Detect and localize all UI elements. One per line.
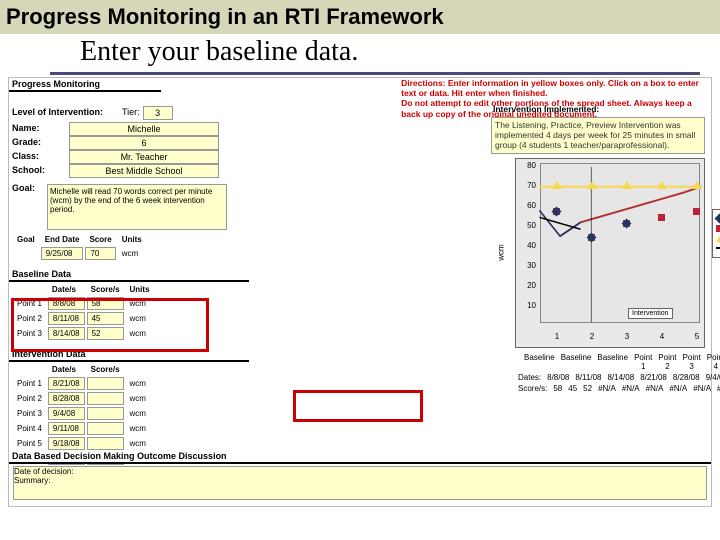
goal-text-input[interactable]: Michelle will read 70 words correct per … (47, 184, 227, 230)
intervention-data-header: Intervention Data (9, 348, 249, 362)
baseline-header: Baseline Data (9, 268, 249, 282)
goal-score-input[interactable]: 70 (85, 247, 115, 260)
baseline-score-3[interactable]: 52 (87, 327, 124, 340)
xtick: 2 (577, 332, 607, 341)
grade-label: Grade: (9, 136, 69, 150)
goal-table: GoalEnd DateScoreUnits 9/25/08 70 wcm (11, 232, 148, 262)
baseline-date-2[interactable]: 8/11/08 (48, 312, 85, 325)
section-header-progress: Progress Monitoring (9, 78, 161, 92)
baseline-score-1[interactable]: 58 (87, 297, 124, 310)
int-score-1[interactable] (87, 377, 124, 390)
decision-header: Data Based Decision Making Outcome Discu… (9, 450, 711, 464)
chart-lines (516, 159, 704, 347)
grade-input[interactable]: 6 (69, 136, 219, 150)
intervention-impl-input[interactable]: The Listening, Practice, Preview Interve… (491, 117, 705, 154)
school-label: School: (9, 164, 69, 178)
tier-label: Level of Intervention: (9, 106, 119, 120)
goal-enddate-input[interactable]: 9/25/08 (41, 247, 84, 260)
class-label: Class: (9, 150, 69, 164)
int-date-1[interactable]: 8/21/08 (48, 377, 85, 390)
chart: 80 70 60 50 40 30 20 10 (515, 158, 705, 348)
intervention-impl-label: Intervention Implemented: (489, 104, 707, 114)
school-input[interactable]: Best Middle School (69, 164, 219, 178)
int-score-3[interactable] (87, 407, 124, 420)
xtick: 4 (647, 332, 677, 341)
decision-box[interactable]: Date of decision: Summary: (13, 466, 707, 500)
tier-input[interactable]: 3 (143, 106, 173, 120)
chart-ylabel: wcm (497, 244, 506, 260)
xtick: 5 (682, 332, 712, 341)
int-date-3[interactable]: 9/4/08 (48, 407, 85, 420)
xtick: 3 (612, 332, 642, 341)
class-input[interactable]: Mr. Teacher (69, 150, 219, 164)
highlight-box (293, 390, 423, 422)
baseline-score-2[interactable]: 45 (87, 312, 124, 325)
spreadsheet: Progress Monitoring Directions: Enter in… (8, 77, 712, 507)
int-date-5[interactable]: 9/18/08 (48, 437, 85, 450)
int-score-5[interactable] (87, 437, 124, 450)
chart-annotation: Intervention (628, 308, 673, 319)
tier-sublabel: Tier: (119, 106, 143, 120)
name-label: Name: (9, 122, 69, 136)
int-date-2[interactable]: 8/28/08 (48, 392, 85, 405)
baseline-date-3[interactable]: 8/14/08 (48, 327, 85, 340)
name-input[interactable]: Michelle (69, 122, 219, 136)
slide-title: Progress Monitoring in an RTI Framework (0, 0, 720, 34)
int-score-4[interactable] (87, 422, 124, 435)
baseline-table: Date/sScore/sUnits Point 18/8/0858wcm Po… (11, 282, 156, 342)
chart-legend: Progress Aim line Goal Linear (Progress) (712, 209, 720, 258)
xtick: 1 (542, 332, 572, 341)
slide-subtitle: Enter your baseline data. (0, 36, 720, 68)
int-score-2[interactable] (87, 392, 124, 405)
slide: Progress Monitoring in an RTI Framework … (0, 0, 720, 540)
chart-data-table: BaselineBaselineBaselinePoint 1Point 2Po… (515, 352, 705, 394)
goal-label: Goal: (9, 182, 45, 232)
baseline-date-1[interactable]: 8/8/08 (48, 297, 85, 310)
divider (50, 72, 700, 75)
int-date-4[interactable]: 9/11/08 (48, 422, 85, 435)
